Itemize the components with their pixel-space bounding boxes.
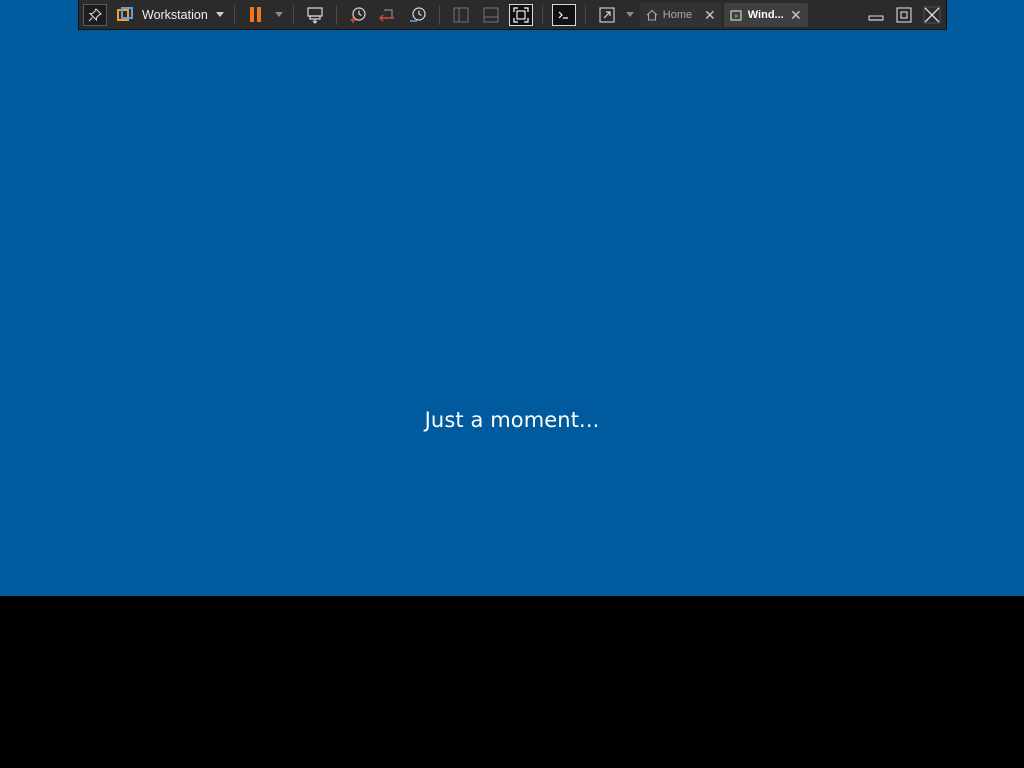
close-tab-icon[interactable]: ✕	[790, 8, 802, 22]
power-menu-chevron-icon[interactable]	[274, 12, 283, 17]
vmware-fullscreen-toolbar: Workstation Home ✕ Wind... ✕	[78, 0, 947, 30]
tab-label: Home	[662, 8, 693, 21]
chevron-down-icon[interactable]	[215, 12, 224, 17]
close-icon[interactable]	[918, 1, 946, 29]
vmware-logo-icon[interactable]	[113, 2, 137, 28]
stretch-icon[interactable]	[595, 2, 619, 28]
guest-display[interactable]: Just a moment...	[0, 0, 1024, 596]
toolbar-divider	[233, 4, 235, 25]
thumbnail-bar-icon[interactable]	[479, 2, 503, 28]
vm-tab-icon	[730, 9, 742, 21]
console-view-icon[interactable]	[551, 3, 576, 26]
snapshot-manager-icon[interactable]	[406, 2, 430, 28]
home-icon	[646, 9, 658, 21]
tab-label: Wind...	[747, 8, 784, 21]
toolbar-divider	[541, 4, 543, 25]
close-tab-icon[interactable]: ✕	[704, 8, 716, 22]
send-ctrl-alt-del-icon[interactable]	[303, 2, 327, 28]
toolbar-divider	[584, 4, 586, 25]
toolbar-divider	[292, 4, 294, 25]
toolbar-divider	[438, 4, 440, 25]
revert-snapshot-icon[interactable]	[376, 2, 400, 28]
pin-icon[interactable]	[83, 3, 107, 26]
fit-guest-icon[interactable]	[508, 3, 533, 26]
tab-windows-vm[interactable]: Wind... ✕	[723, 2, 808, 27]
toolbar-divider	[335, 4, 337, 25]
tab-home[interactable]: Home ✕	[639, 2, 722, 27]
restore-icon[interactable]	[890, 1, 918, 29]
pause-icon[interactable]	[244, 2, 268, 28]
unused-display-area	[0, 596, 1024, 768]
setup-status-text: Just a moment...	[424, 408, 600, 432]
library-icon[interactable]	[449, 2, 473, 28]
product-menu-label[interactable]: Workstation	[142, 8, 208, 22]
window-controls	[862, 1, 946, 29]
snapshot-icon[interactable]	[346, 2, 370, 28]
stretch-menu-chevron-icon[interactable]	[625, 12, 634, 17]
minimize-icon[interactable]	[862, 1, 890, 29]
